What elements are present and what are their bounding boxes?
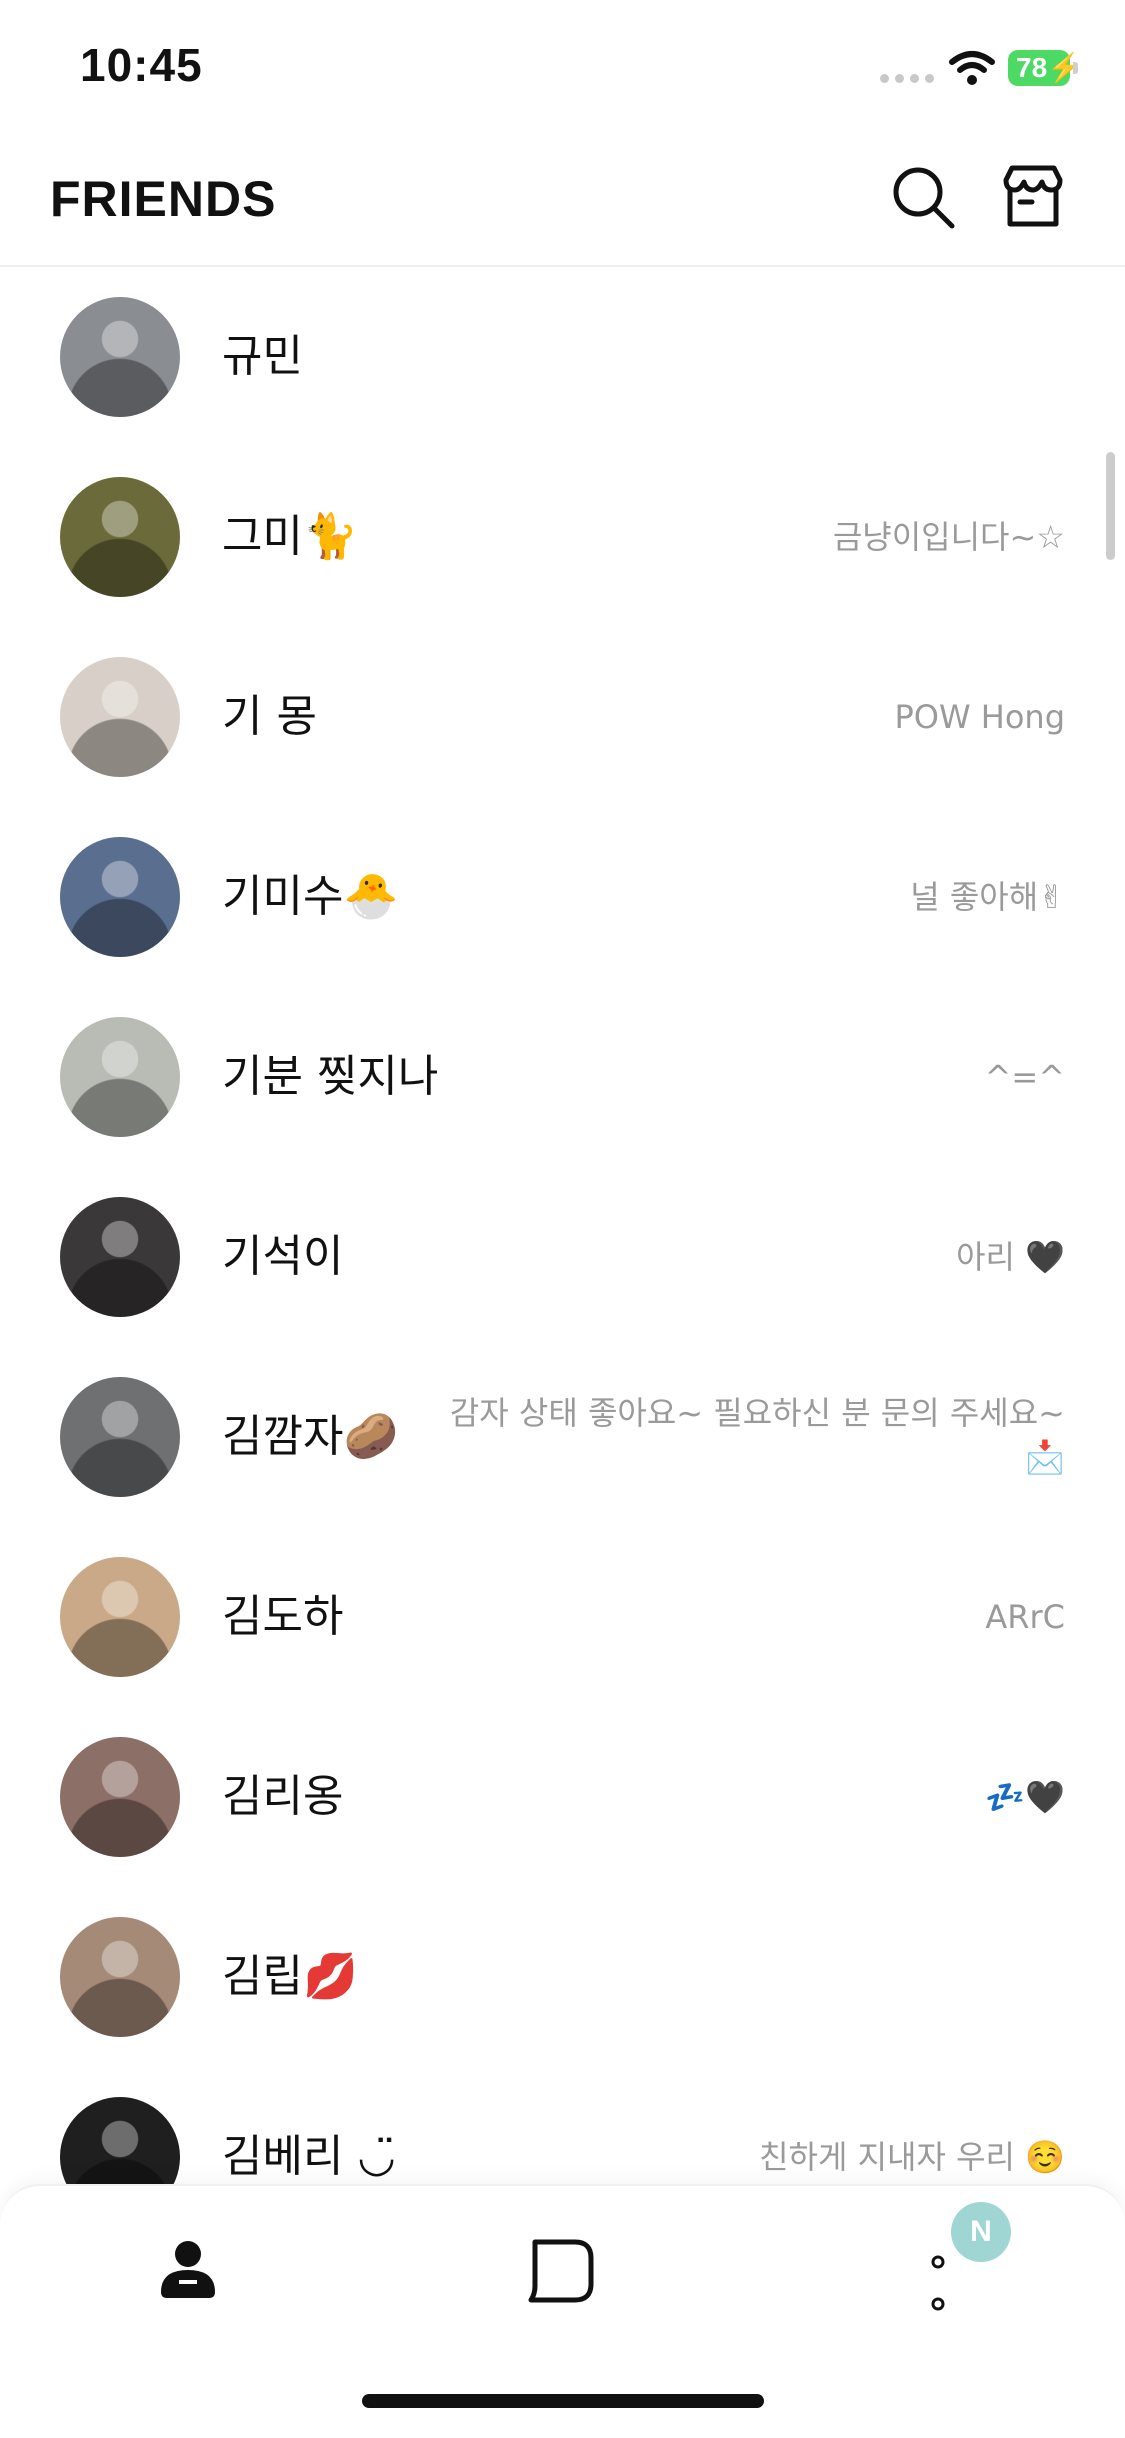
avatar[interactable]: [60, 1557, 180, 1677]
avatar[interactable]: [60, 657, 180, 777]
friend-name: 기분 찢지나: [222, 1051, 439, 1102]
status-message-line: 💤🖤: [985, 1778, 1065, 1816]
friend-row[interactable]: 김깜자🥔 감자 상태 좋아요~ 필요하신 분 문의 주세요~ 📩: [0, 1347, 1125, 1527]
header: FRIENDS: [0, 130, 1125, 267]
status-message-line: 📩: [1025, 1438, 1065, 1476]
status-message-line: POW Hong: [894, 698, 1065, 736]
friend-name: 기석이: [222, 1231, 344, 1282]
status-message: 아리 🖤: [956, 1167, 1065, 1347]
status-message: 금냥이입니다~☆: [833, 447, 1065, 627]
person-icon[interactable]: [143, 2226, 233, 2316]
friend-row[interactable]: 기분 찢지나 ^=^: [0, 987, 1125, 1167]
wifi-icon: [949, 51, 995, 85]
friend-row[interactable]: 규민: [0, 267, 1125, 447]
friend-row[interactable]: 기석이 아리 🖤: [0, 1167, 1125, 1347]
search-icon[interactable]: [888, 162, 958, 232]
status-message: 친하게 지내자 우리 ☺️: [759, 2067, 1065, 2184]
status-message-line: ^=^: [984, 1058, 1065, 1096]
friend-name: 김리옹: [222, 1771, 344, 1822]
scrollbar[interactable]: [1106, 452, 1115, 560]
battery-level: 78: [1016, 52, 1048, 83]
friend-row[interactable]: 김립💋: [0, 1887, 1125, 2067]
cellular-signal-icon: [880, 74, 934, 83]
home-indicator[interactable]: [362, 2394, 764, 2408]
avatar[interactable]: [60, 1197, 180, 1317]
status-message: 감자 상태 좋아요~ 필요하신 분 문의 주세요~ 📩: [450, 1391, 1065, 1479]
status-message: 널 좋아해✌: [910, 807, 1065, 987]
shop-icon[interactable]: [998, 162, 1068, 232]
friend-name: 김도하: [222, 1591, 344, 1642]
friend-name: 기미수🐣: [222, 871, 399, 922]
avatar[interactable]: [60, 477, 180, 597]
status-message-line: 감자 상태 좋아요~ 필요하신 분 문의 주세요~: [449, 1394, 1065, 1432]
status-message: ^=^: [985, 987, 1065, 1167]
status-message-line: 금냥이입니다~☆: [832, 518, 1065, 556]
status-message-line: 아리 🖤: [956, 1238, 1065, 1276]
page-title: FRIENDS: [50, 171, 277, 227]
avatar[interactable]: [60, 1377, 180, 1497]
friend-name: 김깜자🥔: [222, 1411, 399, 1462]
status-message: ARrC: [985, 1527, 1065, 1707]
friend-row[interactable]: 김베리 ◡̈ 친하게 지내자 우리 ☺️: [0, 2067, 1125, 2184]
avatar[interactable]: [60, 1917, 180, 2037]
chat-bubble-icon[interactable]: [517, 2226, 607, 2316]
avatar[interactable]: [60, 1017, 180, 1137]
battery-nub: [1073, 62, 1078, 74]
friend-name: 규민: [222, 331, 303, 382]
status-bar: 10:45 78⚡: [0, 0, 1125, 130]
friend-name: 그미🐈: [222, 511, 358, 562]
status-message: 💤🖤: [985, 1707, 1065, 1887]
avatar[interactable]: [60, 297, 180, 417]
avatar[interactable]: [60, 1737, 180, 1857]
status-time: 10:45: [80, 39, 203, 91]
notification-badge: N: [951, 2202, 1011, 2262]
status-message: POW Hong: [894, 627, 1065, 807]
status-message-line: ARrC: [985, 1598, 1065, 1636]
friend-name: 기 몽: [222, 691, 317, 742]
friend-name: 김베리 ◡̈: [222, 2131, 396, 2182]
friend-row[interactable]: 김도하 ARrC: [0, 1527, 1125, 1707]
friend-row[interactable]: 그미🐈 금냥이입니다~☆: [0, 447, 1125, 627]
friend-row[interactable]: 김리옹 💤🖤: [0, 1707, 1125, 1887]
friend-row[interactable]: 기미수🐣 널 좋아해✌: [0, 807, 1125, 987]
status-message-line: 널 좋아해✌: [910, 878, 1065, 916]
status-message-line: 친하게 지내자 우리 ☺️: [759, 2138, 1065, 2176]
friend-list[interactable]: 규민그미🐈 금냥이입니다~☆ 기 몽 POW Hong 기미수🐣 널 좋아해✌ 기분 찢지나…: [0, 267, 1125, 2184]
friend-name: 김립💋: [222, 1951, 358, 2002]
avatar[interactable]: [60, 837, 180, 957]
friend-row[interactable]: 기 몽 POW Hong: [0, 627, 1125, 807]
avatar[interactable]: [60, 2097, 180, 2184]
battery-indicator: 78⚡: [1008, 50, 1082, 86]
